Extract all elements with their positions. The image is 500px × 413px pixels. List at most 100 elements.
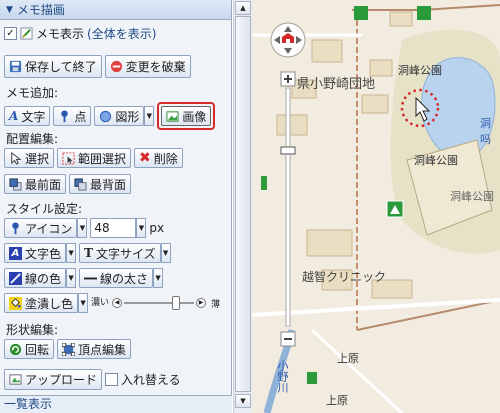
- pin-icon: [61, 109, 69, 122]
- delete-button[interactable]: ✖ 削除: [134, 148, 183, 168]
- replace-checkbox[interactable]: [105, 373, 119, 386]
- add-text-label: 文字: [21, 109, 46, 124]
- vertex-edit-button[interactable]: 頂点編集: [57, 339, 132, 359]
- text-color-dropdown[interactable]: ▼: [66, 243, 77, 263]
- cursor-icon: [11, 151, 22, 165]
- select-button[interactable]: 選択: [4, 148, 55, 168]
- show-memo-label: メモ表示: [36, 27, 85, 41]
- text-style-row: A 文字色 ▼ T 文字サイズ ▼: [4, 243, 171, 263]
- save-button[interactable]: 保存して終了: [4, 55, 102, 78]
- bring-front-button[interactable]: 最前面: [4, 174, 67, 194]
- scroll-thumb[interactable]: [235, 16, 251, 392]
- vertex-edit-icon: [62, 342, 76, 356]
- panel-scrollbar[interactable]: ▲ ▼: [233, 0, 252, 413]
- shape-dropdown[interactable]: ▼: [144, 106, 155, 126]
- range-select-label: 範囲選択: [78, 151, 127, 166]
- add-image-button[interactable]: 画像: [161, 106, 212, 126]
- range-select-button[interactable]: 範囲選択: [57, 148, 132, 168]
- line-color-icon: [9, 271, 22, 285]
- panel-titlebar[interactable]: ▼ メモ描画: [0, 0, 231, 20]
- icon-select-button[interactable]: アイコン: [4, 218, 78, 238]
- add-row: A 文字 点 図形 ▼ 画像: [4, 102, 216, 130]
- discard-button[interactable]: 変更を破棄: [104, 55, 191, 78]
- shape-edit-row: 回転 頂点編集: [4, 339, 132, 359]
- select-label: 選択: [25, 151, 50, 166]
- scroll-up-icon[interactable]: ▲: [235, 1, 251, 15]
- add-point-button[interactable]: 点: [53, 106, 92, 126]
- delete-icon: ✖: [139, 150, 151, 166]
- slider-left-icon[interactable]: ◀: [112, 298, 123, 308]
- opacity-dark-label: 濃い: [91, 297, 110, 308]
- fill-color-label: 塗潰し色: [25, 296, 74, 311]
- save-button-label: 保存して終了: [25, 60, 97, 74]
- slider-thumb[interactable]: [172, 296, 181, 310]
- map-label-uehara-1: 上原: [337, 352, 359, 365]
- replace-label: 入れ替える: [121, 373, 181, 387]
- range-select-icon: [62, 151, 75, 165]
- text-color-icon: A: [9, 246, 22, 260]
- line-width-button[interactable]: 線の太さ: [79, 268, 154, 288]
- upload-row: アップロード 入れ替える: [4, 369, 181, 390]
- add-section-label: メモ追加:: [6, 86, 59, 100]
- add-shape-label: 図形: [115, 109, 140, 124]
- size-dropdown[interactable]: ▼: [136, 218, 147, 238]
- line-color-button[interactable]: 線の色: [4, 268, 67, 288]
- add-point-label: 点: [74, 109, 87, 124]
- discard-button-label: 変更を破棄: [125, 60, 186, 74]
- show-memo-checkbox[interactable]: ✓: [4, 27, 17, 40]
- text-size-dropdown[interactable]: ▼: [160, 243, 171, 263]
- text-icon: A: [9, 109, 19, 123]
- arrange-section-label: 配置編集:: [6, 132, 59, 146]
- map-label-uehara-2: 上原: [326, 394, 348, 407]
- line-width-dropdown[interactable]: ▼: [153, 268, 164, 288]
- text-color-button[interactable]: A 文字色: [4, 243, 67, 263]
- line-width-label: 線の太さ: [100, 271, 149, 286]
- size-input[interactable]: 48: [90, 218, 137, 238]
- rotate-icon: [9, 343, 22, 355]
- line-color-label: 線の色: [25, 271, 62, 286]
- style-section-label: スタイル設定:: [6, 202, 83, 216]
- line-color-dropdown[interactable]: ▼: [66, 268, 77, 288]
- size-unit: px: [149, 221, 165, 235]
- fill-color-button[interactable]: 塗潰し色: [4, 293, 79, 313]
- map-canvas: [252, 0, 500, 413]
- rotate-button[interactable]: 回転: [4, 339, 55, 359]
- select-row: 選択 範囲選択 ✖ 削除: [4, 148, 183, 168]
- text-color-label: 文字色: [25, 246, 62, 261]
- scroll-down-icon[interactable]: ▼: [235, 394, 251, 408]
- add-image-label: 画像: [182, 109, 207, 124]
- collapse-icon[interactable]: ▼: [6, 5, 13, 15]
- opacity-slider[interactable]: ◀ ▶: [112, 296, 208, 310]
- discard-icon: [110, 60, 122, 73]
- text-size-button[interactable]: T 文字サイズ: [79, 243, 161, 263]
- save-icon: [9, 60, 22, 73]
- list-view-link[interactable]: 一覧表示: [0, 395, 232, 413]
- image-highlight: 画像: [157, 102, 216, 130]
- map-label-clinic: 越智クリニック: [302, 270, 387, 284]
- upload-button[interactable]: アップロード: [4, 369, 103, 390]
- add-text-button[interactable]: A 文字: [4, 106, 51, 126]
- map-label-park-mid: 洞峰公園: [414, 154, 458, 167]
- fill-color-dropdown[interactable]: ▼: [78, 293, 89, 313]
- image-icon: [166, 110, 179, 122]
- vertex-edit-label: 頂点編集: [78, 342, 127, 357]
- slider-right-icon[interactable]: ▶: [196, 298, 207, 308]
- circle-shape-icon: [100, 110, 112, 122]
- icon-dropdown[interactable]: ▼: [77, 218, 88, 238]
- map-label-park-right: 洞峰公園: [450, 190, 494, 203]
- map-label-park-top: 洞峰公園: [398, 64, 442, 77]
- upload-icon: [9, 374, 22, 385]
- show-all-link[interactable]: (全体を表示): [87, 25, 156, 42]
- text-size-icon: T: [84, 246, 93, 260]
- text-size-label: 文字サイズ: [95, 246, 156, 261]
- shape-section-label: 形状編集:: [6, 323, 59, 337]
- fill-row: 塗潰し色 ▼ 濃い ◀ ▶ 薄: [4, 293, 220, 313]
- map-label-danchi: 県小野崎団地: [297, 77, 376, 92]
- add-shape-button[interactable]: 図形: [94, 106, 145, 126]
- map-view[interactable]: 洞峰公園 県小野崎団地 洞峰公園 洞峰公園 越智クリニック 上原 上原 小野川 …: [252, 0, 500, 413]
- save-row: 保存して終了 変更を破棄: [4, 55, 191, 78]
- map-label-edge-right: 洞吗: [480, 117, 491, 146]
- memo-icon: [20, 27, 33, 40]
- delete-label: 削除: [153, 151, 178, 166]
- send-back-button[interactable]: 最背面: [69, 174, 132, 194]
